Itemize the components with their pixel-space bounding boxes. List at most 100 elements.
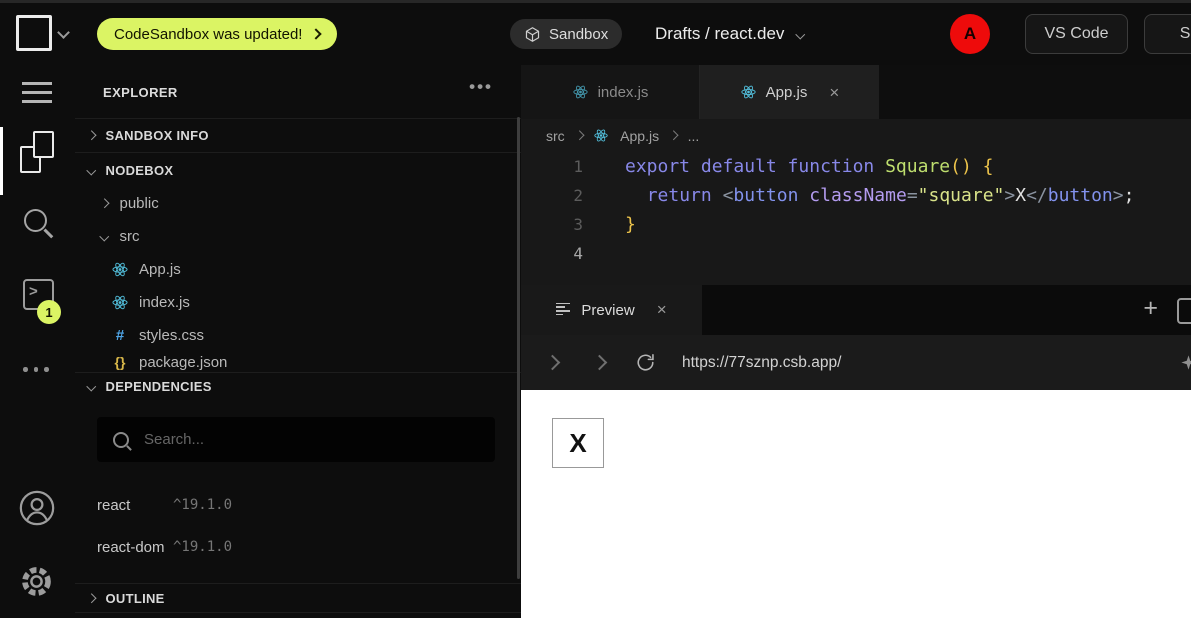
- codesandbox-logo-icon[interactable]: [16, 15, 52, 51]
- chevron-right-icon: [100, 199, 109, 208]
- account-icon[interactable]: [18, 489, 56, 532]
- chevron-right-icon: [669, 131, 678, 140]
- dependency-search-input[interactable]: [142, 430, 466, 449]
- dependency-version: ^19.1.0: [173, 539, 232, 555]
- section-label: NODEBOX: [106, 163, 174, 178]
- back-icon[interactable]: [545, 355, 561, 371]
- line-number: 1: [521, 157, 593, 176]
- forward-icon[interactable]: [592, 355, 608, 371]
- workbench: index.js App.js × src App.js ... 1 expor…: [521, 65, 1191, 618]
- react-icon: [111, 294, 129, 311]
- layout-icon[interactable]: [1177, 298, 1191, 324]
- share-button[interactable]: Sha: [1144, 14, 1191, 54]
- section-label: OUTLINE: [106, 591, 165, 606]
- preview-tab-bar: Preview × +: [521, 285, 1191, 335]
- tab-label: index.js: [598, 84, 649, 101]
- menu-icon[interactable]: [22, 82, 52, 109]
- preview-list-icon: [556, 303, 570, 318]
- section-sandbox-info[interactable]: SANDBOX INFO: [75, 118, 521, 153]
- dependency-version: ^19.1.0: [173, 497, 232, 513]
- folder-label: public: [120, 195, 159, 212]
- refresh-icon[interactable]: [635, 352, 656, 373]
- tree-file-stylescss[interactable]: # styles.css: [75, 319, 521, 352]
- tree-file-packagejson[interactable]: {} package.json: [75, 352, 521, 372]
- url-text[interactable]: https://77sznp.csb.app/: [682, 354, 841, 372]
- chevron-right-icon: [311, 28, 322, 39]
- vscode-button[interactable]: VS Code: [1025, 14, 1128, 54]
- avatar[interactable]: A: [950, 14, 990, 54]
- preview-viewport: X: [521, 390, 1191, 618]
- chevron-down-icon: [100, 232, 109, 241]
- dependency-search: [97, 417, 495, 462]
- code-line: 2 return <button className="square">X</b…: [521, 181, 1191, 210]
- more-icon[interactable]: [23, 367, 49, 372]
- react-icon: [593, 128, 609, 143]
- update-banner-label: CodeSandbox was updated!: [114, 26, 302, 43]
- chevron-down-icon: [796, 29, 805, 38]
- chevron-down-icon: [87, 382, 96, 391]
- explorer-title: EXPLORER: [103, 85, 178, 100]
- css-icon: #: [111, 327, 129, 344]
- settings-gear-icon[interactable]: [18, 563, 55, 605]
- breadcrumb-tail[interactable]: ...: [688, 128, 700, 144]
- editor-tab-bar: index.js App.js ×: [521, 65, 1191, 119]
- explorer-scrollbar[interactable]: [517, 117, 520, 579]
- update-banner[interactable]: CodeSandbox was updated!: [97, 18, 337, 50]
- tree-file-indexjs[interactable]: index.js: [75, 286, 521, 319]
- cube-icon: [524, 26, 541, 43]
- file-label: package.json: [139, 354, 227, 371]
- react-icon: [740, 84, 757, 100]
- tab-indexjs[interactable]: index.js: [521, 65, 700, 119]
- explorer-more-icon[interactable]: •••: [469, 77, 493, 97]
- line-number: 3: [521, 215, 593, 234]
- dependency-row[interactable]: react ^19.1.0: [97, 490, 497, 520]
- square-button[interactable]: X: [552, 418, 604, 468]
- react-icon: [111, 261, 129, 278]
- preview-tab-strip: +: [702, 285, 1191, 335]
- explorer-panel: EXPLORER ••• SANDBOX INFO NODEBOX public…: [75, 65, 521, 618]
- file-page-front: [33, 131, 54, 158]
- sandbox-badge-label: Sandbox: [549, 26, 608, 43]
- preview-navigation-bar: https://77sznp.csb.app/: [521, 335, 1191, 390]
- workspace-breadcrumb[interactable]: Drafts / react.dev: [655, 3, 804, 65]
- sandbox-badge[interactable]: Sandbox: [510, 19, 622, 49]
- breadcrumb-root[interactable]: src: [546, 128, 565, 144]
- dependency-row[interactable]: react-dom ^19.1.0: [97, 532, 497, 562]
- tab-label: App.js: [766, 84, 808, 101]
- chevron-right-icon: [574, 131, 583, 140]
- tree-folder-src[interactable]: src: [75, 220, 521, 253]
- section-dependencies[interactable]: DEPENDENCIES: [75, 372, 521, 400]
- folder-label: src: [120, 228, 140, 245]
- tree-file-appjs[interactable]: App.js: [75, 253, 521, 286]
- activity-sidebar: > 1: [0, 65, 75, 618]
- editor-breadcrumb[interactable]: src App.js ...: [521, 119, 1191, 152]
- breadcrumb-file[interactable]: App.js: [620, 128, 659, 144]
- dependency-name: react-dom: [97, 539, 169, 556]
- line-number: 2: [521, 186, 593, 205]
- active-view-indicator: [0, 127, 3, 195]
- code-editor[interactable]: 1 export default function Square() { 2 r…: [521, 152, 1191, 268]
- file-label: App.js: [139, 261, 181, 278]
- chevron-down-icon[interactable]: [57, 26, 70, 39]
- codesandbox-window: CodeSandbox was updated! Sandbox Drafts …: [0, 0, 1191, 618]
- close-icon[interactable]: ×: [657, 300, 667, 320]
- file-label: styles.css: [139, 327, 204, 344]
- section-nodebox[interactable]: NODEBOX: [75, 154, 521, 187]
- section-label: SANDBOX INFO: [106, 128, 209, 143]
- close-icon[interactable]: ×: [829, 84, 839, 101]
- chevron-right-icon: [87, 131, 96, 140]
- sparkle-icon[interactable]: [1179, 353, 1191, 377]
- files-icon[interactable]: [20, 131, 56, 173]
- search-icon[interactable]: [24, 209, 47, 232]
- tab-preview[interactable]: Preview ×: [521, 285, 702, 335]
- react-icon: [572, 84, 589, 100]
- top-bar: CodeSandbox was updated! Sandbox Drafts …: [0, 0, 1191, 65]
- tab-appjs[interactable]: App.js ×: [700, 65, 879, 119]
- section-outline[interactable]: OUTLINE: [75, 583, 521, 613]
- code-line: 1 export default function Square() {: [521, 152, 1191, 181]
- add-tab-icon[interactable]: +: [1143, 294, 1158, 323]
- code-line: 3 }: [521, 210, 1191, 239]
- file-label: index.js: [139, 294, 190, 311]
- dependency-name: react: [97, 497, 169, 514]
- tree-folder-public[interactable]: public: [75, 187, 521, 220]
